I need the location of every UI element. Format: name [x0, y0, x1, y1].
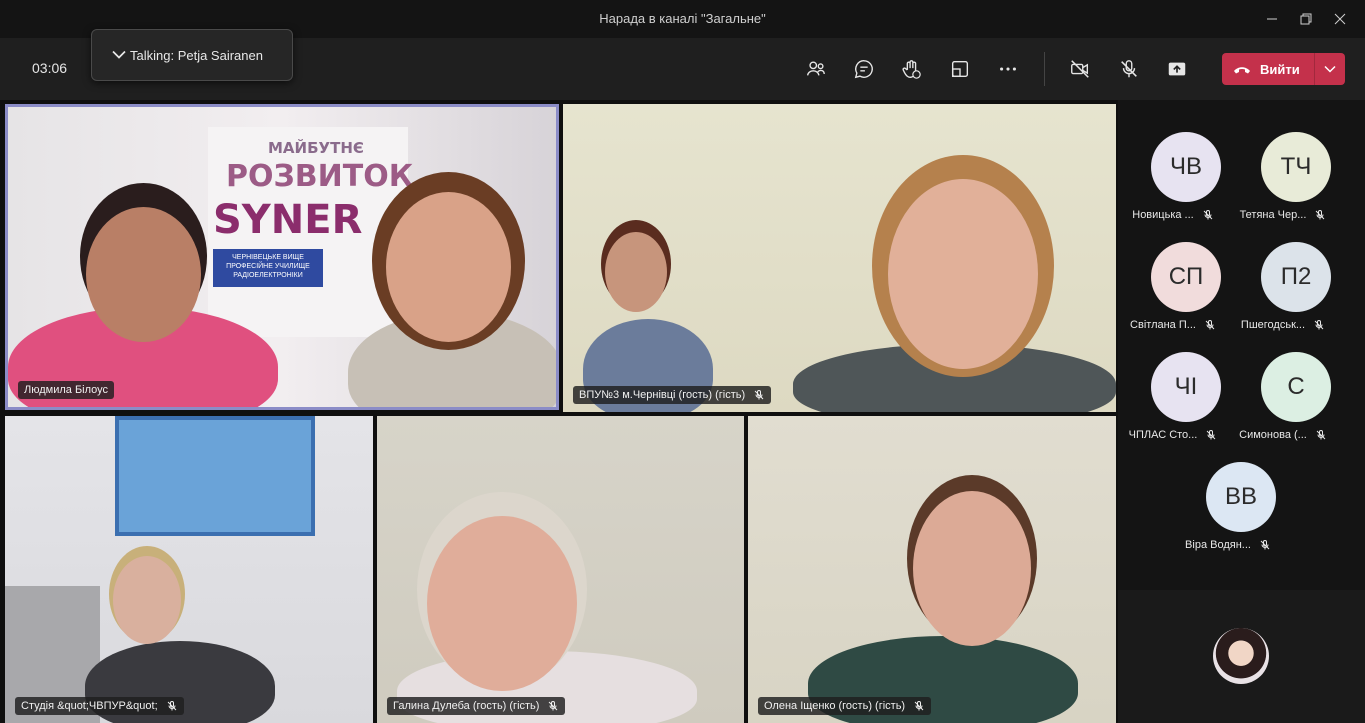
video-tile[interactable]: Студія &quot;ЧВПУР&quot;	[5, 416, 373, 723]
leave-button[interactable]: Вийти	[1222, 53, 1314, 85]
breakout-rooms-icon	[951, 60, 969, 78]
poster-word: МАЙБУТНЄ	[268, 139, 364, 157]
video-tile[interactable]: ВПУ№3 м.Чернівці (гость) (гість)	[563, 104, 1116, 412]
participant-head	[86, 207, 201, 342]
mic-off-icon	[1315, 429, 1327, 441]
mic-off-icon	[913, 700, 925, 712]
restore-icon	[1300, 13, 1312, 25]
roster-name: Пшегодськ...	[1240, 319, 1306, 331]
self-avatar	[1213, 628, 1269, 684]
share-tray-icon	[1168, 62, 1186, 76]
roster-name: Тетяна Чер...	[1239, 209, 1307, 221]
mic-off-icon	[166, 700, 178, 712]
video-tile[interactable]: Галина Дулеба (гость) (гість)	[377, 416, 744, 723]
window-title: Нарада в каналі "Загальне"	[599, 11, 766, 26]
close-button[interactable]	[1317, 6, 1363, 32]
mic-off-icon	[1202, 209, 1214, 221]
tile-name-label: Олена Іщенко (гость) (гість)	[758, 697, 932, 715]
more-icon	[1000, 67, 1016, 71]
raise-hand-icon	[902, 60, 921, 79]
leave-label: Вийти	[1260, 61, 1300, 77]
participant-head	[427, 516, 577, 691]
chevron-down-icon	[1324, 65, 1336, 73]
roster-item[interactable]: ВВ Віра Водян...	[1173, 462, 1283, 562]
mic-off-icon	[753, 389, 765, 401]
roster-item[interactable]: П2 Пшегодськ...	[1228, 242, 1338, 342]
avatar: СП	[1151, 242, 1221, 312]
participant-name: Галина Дулеба (гость) (гість)	[393, 700, 540, 712]
self-view[interactable]	[1118, 590, 1365, 723]
mic-off-icon	[1314, 209, 1326, 221]
leave-options-button[interactable]	[1315, 65, 1345, 73]
poster-word: РОЗВИТОК	[226, 159, 414, 194]
mic-off-icon	[1121, 60, 1137, 78]
participant-roster: ЧВ Новицька ... ТЧ Тетяна Чер... СП Світ…	[1118, 100, 1365, 590]
mic-off-icon	[1313, 319, 1325, 331]
chevron-down-icon	[112, 48, 126, 62]
participant-name: Олена Іщенко (гость) (гість)	[764, 700, 906, 712]
school-sign: ЧЕРНІВЕЦЬКЕ ВИЩЕ ПРОФЕСІЙНЕ УЧИЛИЩЕ РАДІ…	[213, 249, 323, 287]
roster-name: Симонова (...	[1239, 429, 1307, 441]
participants-button[interactable]	[803, 56, 829, 82]
roster-name: Новицька ...	[1132, 209, 1194, 221]
roster-name: Світлана П...	[1130, 319, 1196, 331]
mic-off-icon	[1259, 539, 1271, 551]
video-stage: МАЙБУТНЄ РОЗВИТОК SYNER ЧЕРНІВЕЦЬКЕ ВИЩЕ…	[0, 100, 1365, 723]
video-tile-active-speaker[interactable]: МАЙБУТНЄ РОЗВИТОК SYNER ЧЕРНІВЕЦЬКЕ ВИЩЕ…	[5, 104, 559, 410]
tile-name-label: Студія &quot;ЧВПУР&quot;	[15, 697, 184, 715]
tile-name-label: Галина Дулеба (гость) (гість)	[387, 697, 566, 715]
roster-item[interactable]: ЧІ ЧПЛАС Сто...	[1118, 352, 1228, 452]
tile-name-label: Людмила Білоус	[18, 381, 115, 399]
mic-toggle-button[interactable]	[1116, 56, 1142, 82]
participant-head	[605, 232, 667, 312]
talking-label: Talking: Petja Sairanen	[130, 47, 263, 63]
participant-name: ВПУ№3 м.Чернівці (гость) (гість)	[579, 389, 746, 401]
camera-off-icon	[1071, 60, 1089, 78]
leave-button-group: Вийти	[1222, 53, 1345, 85]
more-actions-button[interactable]	[995, 56, 1021, 82]
video-tile[interactable]: Олена Іщенко (гость) (гість)	[748, 416, 1116, 723]
mic-off-icon	[1204, 319, 1216, 331]
wall-board	[115, 416, 315, 536]
mic-off-icon	[547, 700, 559, 712]
avatar: ЧІ	[1151, 352, 1221, 422]
mic-off-icon	[1205, 429, 1217, 441]
meeting-timer: 03:06	[32, 60, 68, 76]
roster-item[interactable]: СП Світлана П...	[1118, 242, 1228, 342]
close-icon	[1334, 13, 1346, 25]
avatar: С	[1261, 352, 1331, 422]
participant-head	[913, 491, 1031, 646]
tile-name-label: ВПУ№3 м.Чернівці (гость) (гість)	[573, 386, 772, 404]
roster-name: ЧПЛАС Сто...	[1128, 429, 1198, 441]
people-icon	[807, 61, 825, 76]
avatar: ВВ	[1206, 462, 1276, 532]
avatar: П2	[1261, 242, 1331, 312]
rooms-button[interactable]	[947, 56, 973, 82]
toolbar-separator	[1044, 52, 1045, 86]
hang-up-icon	[1234, 67, 1250, 74]
participant-head	[113, 556, 181, 644]
participant-head	[386, 192, 511, 342]
roster-item[interactable]: ЧВ Новицька ...	[1118, 132, 1228, 232]
avatar: ТЧ	[1261, 132, 1331, 202]
participant-name: Студія &quot;ЧВПУР&quot;	[21, 700, 158, 712]
share-screen-button[interactable]	[1164, 56, 1190, 82]
participant-head	[888, 179, 1038, 369]
participant-name: Людмила Білоус	[24, 384, 109, 396]
poster-wordcloud: МАЙБУТНЄ РОЗВИТОК SYNER	[208, 127, 413, 337]
poster-word: SYNER	[213, 197, 363, 243]
reactions-button[interactable]	[898, 56, 924, 82]
roster-name: Віра Водян...	[1185, 539, 1251, 551]
chat-icon	[854, 60, 873, 79]
avatar: ЧВ	[1151, 132, 1221, 202]
talking-indicator[interactable]: Talking: Petja Sairanen	[91, 29, 293, 81]
roster-item[interactable]: С Симонова (...	[1228, 352, 1338, 452]
roster-item[interactable]: ТЧ Тетяна Чер...	[1228, 132, 1338, 232]
minimize-icon	[1267, 18, 1277, 20]
camera-toggle-button[interactable]	[1067, 56, 1093, 82]
chat-button[interactable]	[851, 56, 877, 82]
